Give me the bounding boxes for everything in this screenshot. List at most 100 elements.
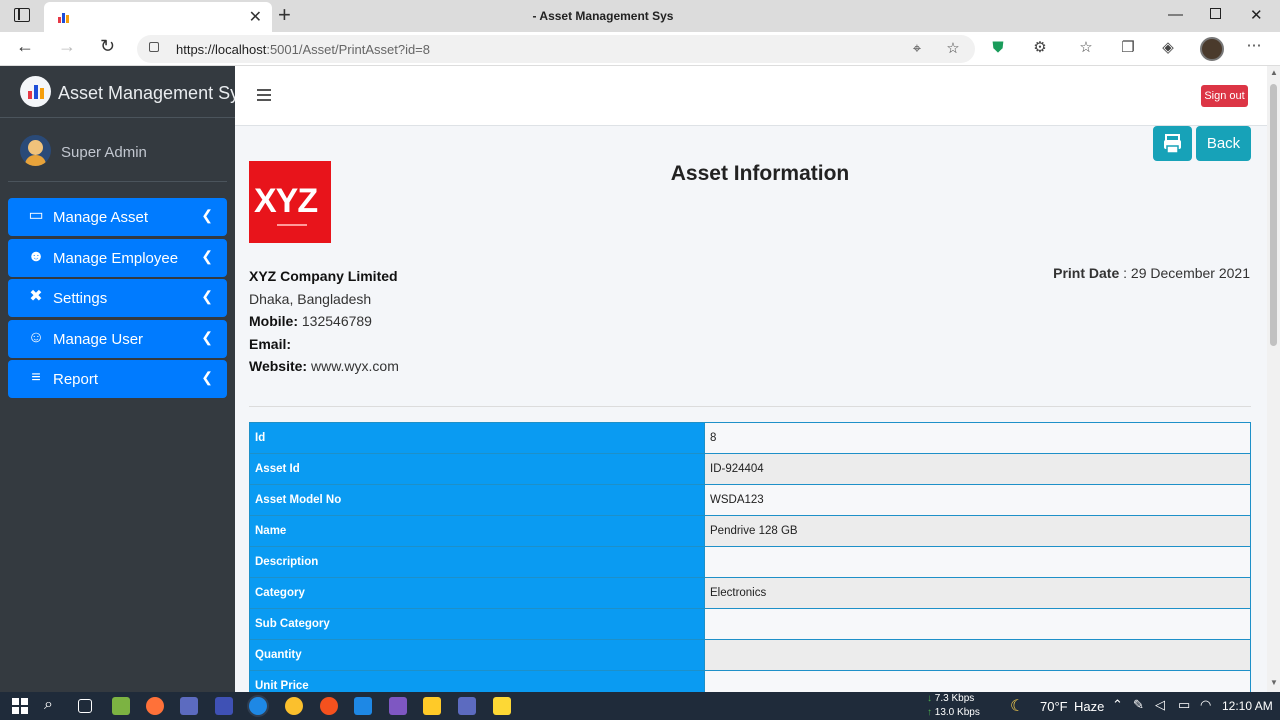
profile-avatar[interactable] bbox=[1200, 37, 1224, 61]
database-icon: ≡ bbox=[31, 369, 41, 386]
performance-icon[interactable]: ◈ bbox=[1160, 40, 1176, 56]
search-icon[interactable]: ⌕ bbox=[44, 696, 53, 714]
more-menu-icon[interactable]: ⋯ bbox=[1246, 38, 1262, 54]
user-name: Super Admin bbox=[61, 144, 147, 161]
table-row: Unit Price bbox=[249, 670, 1251, 692]
table-row: Quantity bbox=[249, 639, 1251, 671]
row-value bbox=[704, 608, 1251, 640]
chrome-icon[interactable] bbox=[285, 697, 303, 715]
pen-icon[interactable]: ✎ bbox=[1133, 697, 1144, 713]
maximize-icon[interactable] bbox=[1210, 8, 1221, 19]
sign-out-button[interactable]: Sign out bbox=[1201, 85, 1248, 107]
row-key: Asset Model No bbox=[249, 484, 705, 516]
company-name: XYZ Company Limited bbox=[249, 268, 398, 284]
table-row: Id 8 bbox=[249, 422, 1251, 454]
website-value: www.wyx.com bbox=[310, 358, 399, 374]
favorite-add-icon[interactable]: ☆ bbox=[945, 41, 961, 57]
sidebar-item-manage-asset[interactable]: ▭ Manage Asset ❮ bbox=[8, 198, 227, 236]
postman-icon[interactable] bbox=[320, 697, 338, 715]
weather-icon[interactable]: ☾ bbox=[1010, 696, 1024, 716]
table-row: Name Pendrive 128 GB bbox=[249, 515, 1251, 547]
battery-icon[interactable]: ▭ bbox=[1178, 697, 1190, 713]
row-key: Unit Price bbox=[249, 670, 705, 692]
clock[interactable]: 12:10 AM bbox=[1222, 699, 1273, 713]
row-key: Category bbox=[249, 577, 705, 609]
email-label: Email: bbox=[249, 335, 292, 352]
page-scrollbar[interactable]: ▲ ▼ bbox=[1267, 66, 1280, 692]
mobile-value: 132546789 bbox=[301, 313, 372, 329]
url-field[interactable]: https://localhost:5001/Asset/PrintAsset?… bbox=[137, 35, 975, 63]
print-button[interactable] bbox=[1153, 126, 1192, 161]
asset-info-table: Id 8 Asset Id ID-924404 Asset Model No WSDA… bbox=[249, 422, 1251, 692]
close-window-icon[interactable]: ✕ bbox=[1250, 6, 1263, 24]
row-key: Asset Id bbox=[249, 453, 705, 485]
user-avatar bbox=[20, 135, 51, 166]
chevron-left-icon: ❮ bbox=[201, 288, 213, 304]
brand-logo-icon bbox=[20, 76, 51, 107]
row-value: ID-924404 bbox=[704, 453, 1251, 485]
new-tab-icon[interactable]: + bbox=[278, 2, 291, 28]
edge-icon[interactable] bbox=[249, 697, 267, 715]
sidebar-item-label: Manage Employee bbox=[53, 249, 179, 267]
row-key: Description bbox=[249, 546, 705, 578]
teams-icon[interactable] bbox=[458, 697, 476, 715]
chevron-up-icon[interactable]: ⌃ bbox=[1112, 697, 1123, 713]
chevron-left-icon: ❮ bbox=[201, 247, 213, 264]
weather-desc[interactable]: Haze bbox=[1074, 699, 1104, 714]
scroll-up-icon[interactable]: ▲ bbox=[1270, 68, 1278, 77]
minimize-icon[interactable]: — bbox=[1168, 6, 1183, 23]
app-icon[interactable] bbox=[423, 697, 441, 715]
refresh-icon[interactable]: ↻ bbox=[100, 36, 115, 57]
close-tab-icon[interactable]: ✕ bbox=[249, 7, 262, 27]
windows-taskbar: ⌕ ↓ 7.3 Kbps ↑ 13.0 Kbps ☾ 70°F Haze ⌃ ✎… bbox=[0, 692, 1280, 720]
vscode-icon[interactable] bbox=[354, 697, 372, 715]
tools-icon: ✖ bbox=[29, 288, 43, 305]
back-arrow-icon[interactable]: ← bbox=[16, 36, 34, 57]
main-content: Back XYZ Asset Information XYZ Company L… bbox=[235, 126, 1267, 692]
sidebar-menu: ▭ Manage Asset ❮ ☻ Manage Employee ❮ ✖ S… bbox=[8, 198, 227, 401]
tab-actions-icon[interactable] bbox=[14, 8, 30, 22]
sidebar-item-manage-employee[interactable]: ☻ Manage Employee ❮ bbox=[8, 238, 227, 277]
chevron-left-icon: ❮ bbox=[201, 207, 213, 223]
mobile-label: Mobile: bbox=[249, 313, 298, 329]
task-view-icon[interactable] bbox=[78, 699, 92, 713]
file-explorer-icon[interactable] bbox=[493, 697, 511, 715]
user-panel[interactable]: Super Admin bbox=[8, 118, 227, 182]
sidebar-item-label: Report bbox=[53, 371, 99, 388]
shield-extension-icon[interactable]: ⛊ bbox=[990, 40, 1006, 56]
visual-studio-icon[interactable] bbox=[389, 697, 407, 715]
sidebar-item-manage-user[interactable]: ☺ Manage User ❮ bbox=[8, 319, 227, 358]
windows-start-icon[interactable] bbox=[12, 698, 28, 714]
app-icon[interactable] bbox=[180, 697, 198, 715]
box-open-icon: ▭ bbox=[28, 207, 44, 224]
lock-icon[interactable] bbox=[149, 42, 159, 52]
sidebar-item-label: Settings bbox=[53, 290, 108, 307]
page-title: Asset Information bbox=[670, 162, 850, 185]
weather-temp[interactable]: 70°F bbox=[1040, 699, 1068, 714]
brand-link[interactable]: Asset Management Sys bbox=[0, 66, 248, 118]
collections-icon[interactable]: ❐ bbox=[1120, 40, 1136, 56]
sidebar-item-settings[interactable]: ✖ Settings ❮ bbox=[8, 279, 227, 317]
back-button[interactable]: Back bbox=[1196, 126, 1251, 161]
volume-icon[interactable]: ◁ bbox=[1155, 697, 1165, 713]
scroll-down-icon[interactable]: ▼ bbox=[1270, 678, 1278, 687]
scrollbar-thumb[interactable] bbox=[1270, 84, 1277, 346]
notepad-icon[interactable] bbox=[112, 697, 130, 715]
wifi-icon[interactable]: ◠ bbox=[1200, 697, 1211, 713]
location-icon[interactable]: ⌖ bbox=[909, 41, 925, 57]
row-value bbox=[704, 670, 1251, 692]
row-value bbox=[704, 639, 1251, 671]
extensions-icon[interactable]: ⚙ bbox=[1032, 40, 1048, 56]
forward-arrow-icon[interactable]: → bbox=[58, 36, 76, 57]
sidebar-item-report[interactable]: ≡ Report ❮ bbox=[8, 360, 227, 398]
firefox-icon[interactable] bbox=[146, 697, 164, 715]
hamburger-menu-icon[interactable] bbox=[257, 89, 271, 101]
favorites-icon[interactable]: ☆ bbox=[1078, 40, 1094, 56]
users-icon: ☻ bbox=[27, 247, 45, 265]
row-value bbox=[704, 546, 1251, 578]
app-icon[interactable] bbox=[215, 697, 233, 715]
table-row: Asset Id ID-924404 bbox=[249, 453, 1251, 485]
top-navbar: Sign out bbox=[235, 66, 1267, 126]
table-row: Asset Model No WSDA123 bbox=[249, 484, 1251, 516]
browser-tab[interactable]: - Asset Management Sys ✕ bbox=[44, 2, 673, 32]
